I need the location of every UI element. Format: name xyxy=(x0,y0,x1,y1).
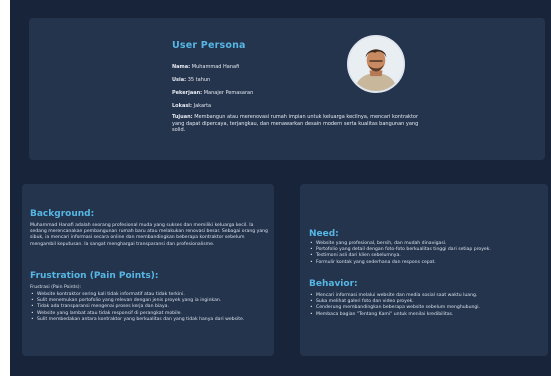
behavior-list: Mencari informasi melalui website dan me… xyxy=(309,293,541,318)
persona-age-field: Usia: 35 tahun xyxy=(172,77,210,84)
persona-job-label: Pekerjaan: xyxy=(172,90,203,96)
persona-goal-field: Tujuan: Membangun atau merenovasi rumah … xyxy=(172,114,422,134)
list-item: Formulir kontak yang sederhana dan respo… xyxy=(309,260,541,266)
persona-goal-label: Tujuan: xyxy=(172,114,193,120)
persona-name-field: Nama: Muhammad Hanafi xyxy=(172,64,239,71)
persona-age-label: Usia: xyxy=(172,77,187,83)
frustration-list: Website kontraktor sering kali tidak inf… xyxy=(30,292,268,323)
list-item: Sulit membedakan antara kontraktor yang … xyxy=(30,317,268,323)
persona-board: User Persona Nama: Muhammad Hanafi Usia:… xyxy=(10,0,551,376)
persona-goal-value: Membangun atau merenovasi rumah impian u… xyxy=(172,114,419,134)
persona-job-value: Manajer Pemasaran xyxy=(203,90,254,96)
persona-name-value: Muhammad Hanafi xyxy=(191,64,240,70)
persona-name-label: Nama: xyxy=(172,64,191,70)
frustration-intro: Frustrasi (Pain Points): xyxy=(30,285,82,290)
need-list: Website yang profesional, bersih, dan mu… xyxy=(309,241,541,266)
user-portrait-icon xyxy=(349,37,403,91)
persona-location-label: Lokasi: xyxy=(172,103,193,109)
list-item: Membaca bagian "Tentang Kami" untuk meni… xyxy=(309,312,541,318)
background-text: Muhammad Hanafi adalah seorang profesion… xyxy=(30,223,268,247)
need-behavior-card: Need: Website yang profesional, bersih, … xyxy=(300,184,548,356)
background-title: Background: xyxy=(30,209,95,219)
persona-title: User Persona xyxy=(172,40,246,51)
persona-location-value: Jakarta xyxy=(193,103,212,109)
need-title: Need: xyxy=(309,229,339,239)
persona-card: User Persona Nama: Muhammad Hanafi Usia:… xyxy=(29,18,545,160)
persona-job-field: Pekerjaan: Manajer Pemasaran xyxy=(172,90,253,97)
persona-age-value: 35 tahun xyxy=(187,77,211,83)
avatar xyxy=(347,35,405,93)
behavior-title: Behavior: xyxy=(309,279,358,289)
frustration-title: Frustration (Pain Points): xyxy=(30,271,159,281)
background-frustration-card: Background: Muhammad Hanafi adalah seora… xyxy=(22,184,274,356)
persona-location-field: Lokasi: Jakarta xyxy=(172,103,211,110)
